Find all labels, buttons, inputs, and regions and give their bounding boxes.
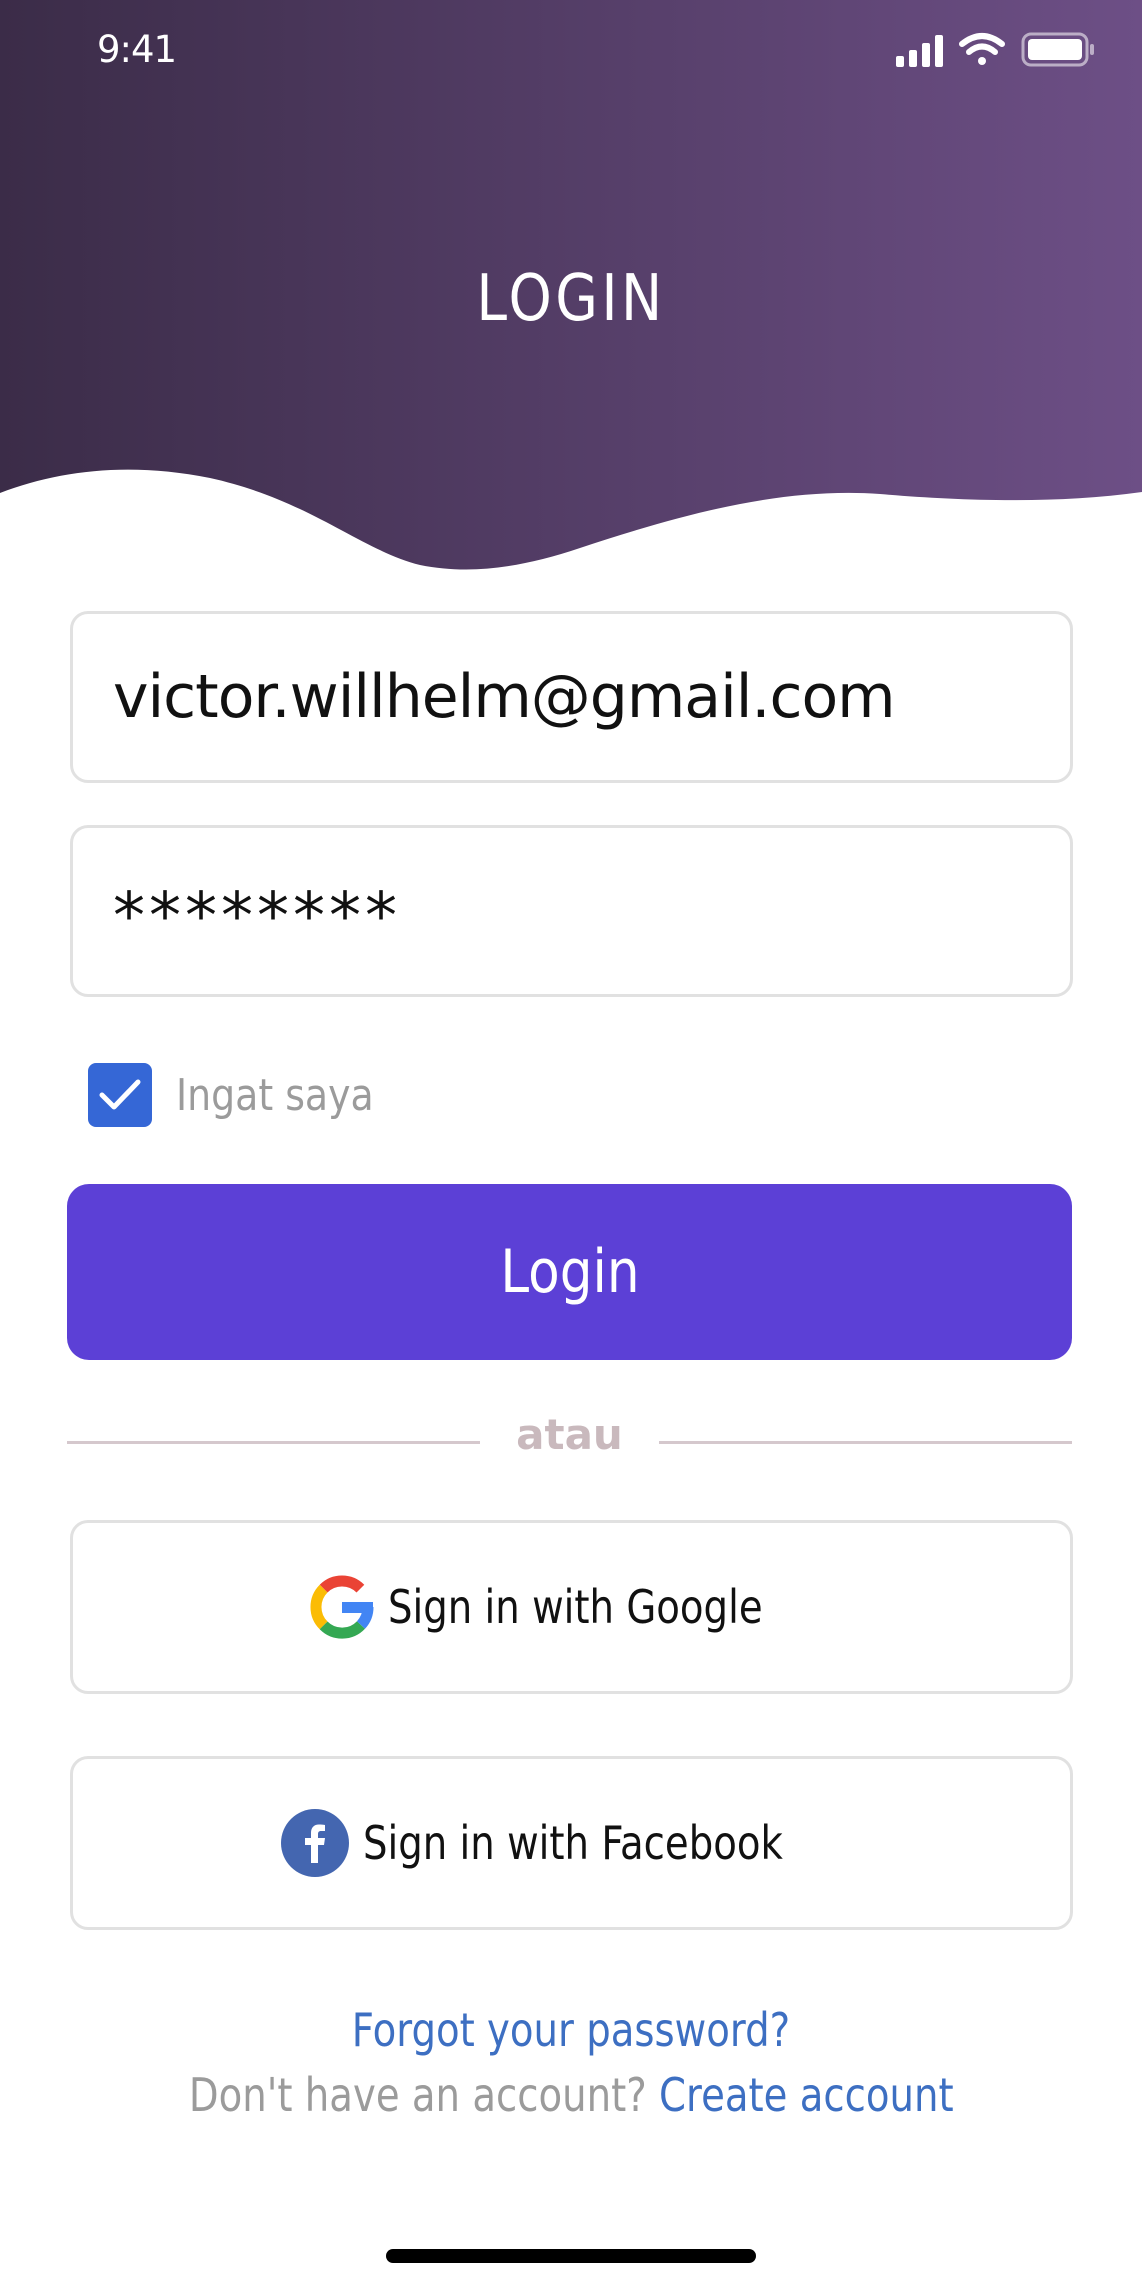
create-account-link[interactable]: Create account bbox=[659, 2068, 954, 2122]
signup-prompt-row: Don't have an account? Create account bbox=[0, 2068, 1142, 2122]
forgot-password-link[interactable]: Forgot your password? bbox=[352, 2003, 790, 2057]
remember-checkbox[interactable] bbox=[88, 1063, 152, 1127]
remember-me[interactable]: Ingat saya bbox=[88, 1062, 406, 1128]
forgot-password-link-row: Forgot your password? bbox=[0, 2003, 1142, 2057]
battery-icon bbox=[1021, 32, 1094, 67]
page-title: LOGIN bbox=[476, 262, 666, 336]
status-icons bbox=[896, 32, 1094, 67]
divider-line-left bbox=[67, 1441, 480, 1444]
password-field-container[interactable] bbox=[70, 825, 1073, 1000]
login-button-label: Login bbox=[499, 1237, 640, 1307]
remember-label: Ingat saya bbox=[176, 1069, 374, 1121]
divider-line-right bbox=[659, 1441, 1072, 1444]
email-field-container[interactable] bbox=[70, 611, 1073, 783]
signup-prompt-group: Don't have an account? Create account bbox=[189, 2068, 954, 2122]
cellular-signal-icon bbox=[896, 35, 943, 67]
status-time: 9:41 bbox=[97, 28, 177, 71]
wifi-icon bbox=[959, 33, 1005, 65]
checkmark-icon bbox=[99, 1079, 141, 1110]
email-input[interactable] bbox=[113, 614, 1033, 780]
facebook-signin-label: Sign in with Facebook bbox=[362, 1816, 783, 1870]
login-button[interactable]: Login bbox=[67, 1184, 1072, 1360]
google-icon bbox=[310, 1575, 374, 1639]
home-indicator[interactable] bbox=[386, 2249, 756, 2263]
status-bar: 9:41 bbox=[0, 0, 1142, 110]
password-input[interactable] bbox=[113, 834, 1033, 1000]
divider-label: atau bbox=[516, 1410, 623, 1459]
google-signin-label: Sign in with Google bbox=[387, 1580, 763, 1634]
facebook-icon bbox=[280, 1809, 349, 1877]
facebook-signin-button[interactable]: Sign in with Facebook bbox=[70, 1756, 1073, 1930]
signup-prompt-text: Don't have an account? bbox=[188, 2068, 647, 2122]
google-signin-button[interactable]: Sign in with Google bbox=[70, 1520, 1073, 1694]
